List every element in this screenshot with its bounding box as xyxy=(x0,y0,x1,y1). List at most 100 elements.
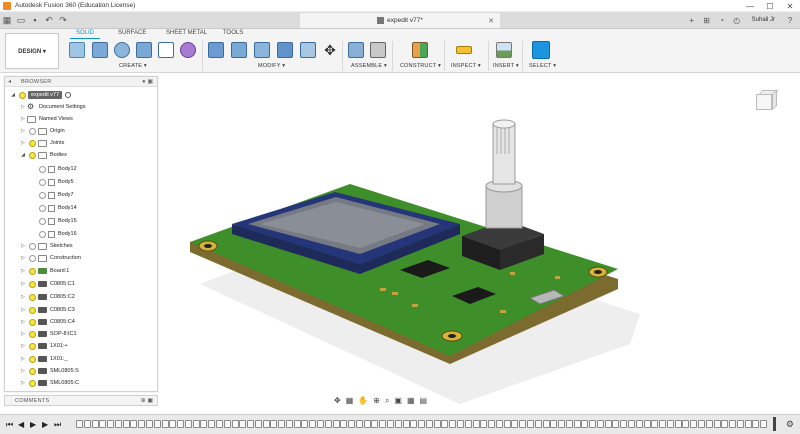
assemble-menu[interactable]: ASSEMBLE ▾ xyxy=(351,63,387,69)
zoom-icon[interactable]: ⊕ xyxy=(373,396,380,405)
timeline-feature[interactable] xyxy=(215,420,223,428)
create-menu[interactable]: CREATE ▾ xyxy=(119,63,147,69)
timeline-feature[interactable] xyxy=(744,420,752,428)
jobs-icon[interactable]: ◴ xyxy=(731,14,743,26)
timeline-feature[interactable] xyxy=(122,420,130,428)
timeline-feature[interactable] xyxy=(394,420,402,428)
viewports-icon[interactable]: ▤ xyxy=(420,396,428,405)
play-button[interactable]: ▶ xyxy=(30,420,36,429)
tree-item-body[interactable]: Body14 xyxy=(37,202,77,214)
timeline-feature[interactable] xyxy=(363,420,371,428)
tree-item-component[interactable]: ▷ C0805:C4 xyxy=(19,316,75,328)
modify-menu[interactable]: MODIFY ▾ xyxy=(258,63,285,69)
timeline-feature[interactable] xyxy=(573,420,581,428)
insert-menu[interactable]: INSERT ▾ xyxy=(493,63,519,69)
timeline-feature[interactable] xyxy=(402,420,410,428)
timeline-feature[interactable] xyxy=(379,420,387,428)
visibility-bulb-icon[interactable] xyxy=(29,280,36,288)
pan-icon[interactable]: ✋ xyxy=(358,396,368,405)
view-cube-front[interactable] xyxy=(756,94,772,110)
revolve-icon[interactable] xyxy=(114,42,130,58)
select-arrow-icon[interactable] xyxy=(532,41,550,59)
visibility-bulb-icon[interactable] xyxy=(29,254,36,262)
visibility-bulb-icon[interactable] xyxy=(29,267,36,275)
pattern-icon[interactable] xyxy=(158,42,174,58)
measure-icon[interactable] xyxy=(456,46,472,54)
expand-toggle-icon[interactable]: ◢ xyxy=(19,152,27,158)
visibility-bulb-icon[interactable] xyxy=(29,330,36,338)
timeline-feature[interactable] xyxy=(581,420,589,428)
visibility-bulb-icon[interactable] xyxy=(29,293,36,301)
tree-item-body[interactable]: Body15 xyxy=(37,215,77,227)
timeline-feature[interactable] xyxy=(705,420,713,428)
timeline-feature[interactable] xyxy=(729,420,737,428)
tree-item-component[interactable]: ▷ C0805:C1 xyxy=(19,278,75,290)
timeline-feature[interactable] xyxy=(620,420,628,428)
tree-item-component[interactable]: ▷ 1X01:_ xyxy=(19,353,67,365)
user-name[interactable]: Suhail Jr xyxy=(752,17,775,23)
timeline-feature[interactable] xyxy=(659,420,667,428)
go-to-end-button[interactable]: ⏭ xyxy=(54,420,61,430)
new-component-icon[interactable] xyxy=(348,42,364,58)
tab-solid[interactable]: SOLID xyxy=(76,30,94,36)
timeline-feature[interactable] xyxy=(278,420,286,428)
timeline-feature[interactable] xyxy=(550,420,558,428)
tree-item-origin[interactable]: ▷ Origin xyxy=(19,125,65,137)
press-pull-icon[interactable] xyxy=(208,42,224,58)
tree-root[interactable]: ◢ expedit v77 xyxy=(9,89,72,101)
visibility-bulb-icon[interactable] xyxy=(29,318,36,326)
visibility-bulb-icon[interactable] xyxy=(29,151,36,159)
timeline-feature[interactable] xyxy=(534,420,542,428)
timeline-marker[interactable] xyxy=(773,417,776,431)
new-tab-icon[interactable]: + xyxy=(686,14,698,26)
timeline-feature[interactable] xyxy=(651,420,659,428)
joint-icon[interactable] xyxy=(370,42,386,58)
expand-toggle-icon[interactable]: ▷ xyxy=(19,343,27,349)
inspect-menu[interactable]: INSPECT ▾ xyxy=(451,63,481,69)
timeline-feature[interactable] xyxy=(682,420,690,428)
3d-viewport[interactable] xyxy=(160,74,800,412)
timeline-feature[interactable] xyxy=(355,420,363,428)
timeline-feature[interactable] xyxy=(565,420,573,428)
tree-item-body[interactable]: Body5 xyxy=(37,176,74,188)
timeline-feature[interactable] xyxy=(231,420,239,428)
timeline-feature[interactable] xyxy=(161,420,169,428)
timeline-feature[interactable] xyxy=(628,420,636,428)
move-icon[interactable]: ✥ xyxy=(322,42,338,58)
tree-item-component[interactable]: ▷ C0805:C3 xyxy=(19,304,75,316)
tab-surface[interactable]: SURFACE xyxy=(118,30,146,36)
timeline-feature[interactable] xyxy=(270,420,278,428)
tree-item-component[interactable]: ▷ SML0805:S xyxy=(19,365,79,377)
go-to-start-button[interactable]: ⏮ xyxy=(6,420,13,430)
extrude-icon[interactable] xyxy=(92,42,108,58)
expand-toggle-icon[interactable]: ▷ xyxy=(19,281,27,287)
timeline-feature[interactable] xyxy=(488,420,496,428)
visibility-bulb-icon[interactable] xyxy=(39,178,46,186)
form-icon[interactable] xyxy=(180,42,196,58)
visibility-bulb-icon[interactable] xyxy=(19,91,26,99)
tree-item-component[interactable]: ▷ 1X01:+ xyxy=(19,340,68,352)
data-panel-icon[interactable]: ▦ xyxy=(0,14,14,26)
timeline-feature[interactable] xyxy=(674,420,682,428)
visibility-bulb-icon[interactable] xyxy=(29,127,36,135)
hole-icon[interactable] xyxy=(136,42,152,58)
timeline-feature[interactable] xyxy=(511,420,519,428)
expand-toggle-icon[interactable]: ▷ xyxy=(19,294,27,300)
create-sketch-icon[interactable] xyxy=(69,42,85,58)
visibility-bulb-icon[interactable] xyxy=(39,204,46,212)
tree-item-body[interactable]: Body12 xyxy=(37,163,77,175)
timeline-feature[interactable] xyxy=(736,420,744,428)
close-button[interactable]: ✕ xyxy=(780,0,800,12)
expand-toggle-icon[interactable]: ▷ xyxy=(19,331,27,337)
visibility-bulb-icon[interactable] xyxy=(39,230,46,238)
timeline-feature[interactable] xyxy=(309,420,317,428)
timeline-feature[interactable] xyxy=(153,420,161,428)
view-cube-right[interactable] xyxy=(772,89,777,111)
timeline-feature[interactable] xyxy=(713,420,721,428)
timeline-feature[interactable] xyxy=(371,420,379,428)
document-tab[interactable]: expedit v77* ✕ xyxy=(300,13,500,28)
tree-item-board[interactable]: ▷ Board:1 xyxy=(19,265,69,277)
timeline-feature[interactable] xyxy=(317,420,325,428)
step-forward-button[interactable]: ▶ xyxy=(42,420,48,429)
timeline-feature[interactable] xyxy=(643,420,651,428)
